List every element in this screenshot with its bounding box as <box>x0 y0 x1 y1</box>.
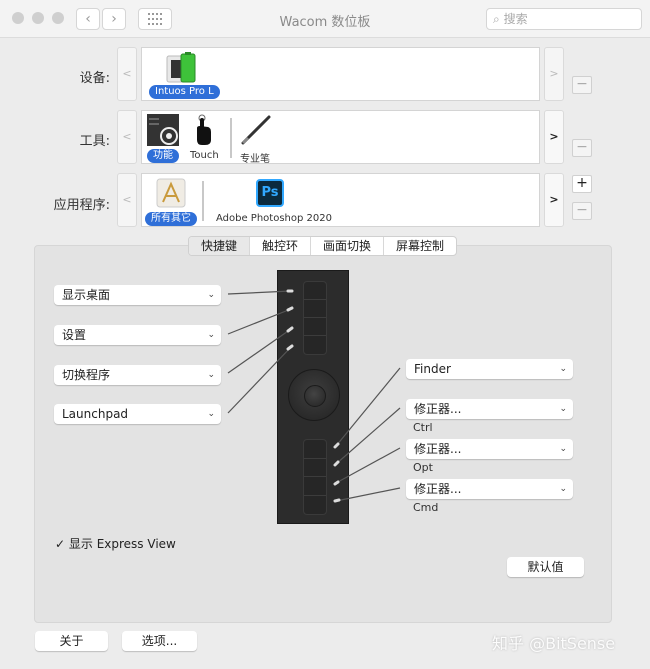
device-item-intuos[interactable]: Intuos Pro L <box>142 48 222 100</box>
device-list: Intuos Pro L <box>141 47 540 101</box>
tool-item-pen[interactable]: 专业笔 <box>236 111 286 165</box>
photoshop-icon: Ps <box>256 179 284 207</box>
chevron-down-icon: ⌄ <box>207 290 215 300</box>
search-field[interactable]: ⌕ 搜索 <box>486 8 642 30</box>
app-item-photoshop[interactable]: Ps Adobe Photoshop 2020 <box>210 174 340 226</box>
express-key-1-dropdown[interactable]: 显示桌面 ⌄ <box>54 285 221 305</box>
dropdown-value: 显示桌面 <box>62 288 111 302</box>
touch-ring-center-button <box>304 385 326 407</box>
upper-key-block <box>303 281 327 355</box>
express-key-5-dropdown[interactable]: Finder ⌄ <box>406 359 573 379</box>
tab-screen-control[interactable]: 屏幕控制 <box>384 237 456 255</box>
checkmark-icon: ✓ <box>55 537 66 551</box>
add-app-button[interactable]: + <box>572 175 592 193</box>
functions-icon <box>147 114 179 146</box>
app-name-label: Adobe Photoshop 2020 <box>216 213 332 224</box>
express-view-checkbox[interactable]: ✓ 显示 Express View <box>55 535 176 552</box>
dropdown-value: 修正器... <box>414 442 462 456</box>
app-prev-button[interactable]: < <box>117 173 137 227</box>
tab-bar: 快捷键 触控环 画面切换 屏幕控制 <box>188 236 458 256</box>
app-next-button[interactable]: > <box>544 173 564 227</box>
tab-express-keys[interactable]: 快捷键 <box>189 237 251 255</box>
chevron-down-icon: ⌄ <box>559 484 567 494</box>
modifier-label: Ctrl <box>413 421 433 434</box>
tool-name-label: 专业笔 <box>240 154 270 165</box>
app-list: 所有其它 Ps Adobe Photoshop 2020 <box>141 173 540 227</box>
defaults-button[interactable]: 默认值 <box>507 557 584 577</box>
dropdown-value: 切换程序 <box>62 368 111 382</box>
device-row-label: 设备: <box>79 71 110 86</box>
express-view-label: 显示 Express View <box>68 537 176 551</box>
express-key-8-dropdown[interactable]: 修正器... ⌄ <box>406 479 573 499</box>
express-key-3-dropdown[interactable]: 切换程序 ⌄ <box>54 365 221 385</box>
chevron-down-icon: ⌄ <box>207 409 215 419</box>
about-button[interactable]: 关于 <box>35 631 108 651</box>
app-name-badge: 所有其它 <box>145 212 197 226</box>
dropdown-value: Launchpad <box>62 407 129 421</box>
tool-name-label: Touch <box>190 150 219 161</box>
express-key-2-dropdown[interactable]: 设置 ⌄ <box>54 325 221 345</box>
dropdown-value: 修正器... <box>414 482 462 496</box>
tab-display-toggle[interactable]: 画面切换 <box>311 237 385 255</box>
remove-app-button[interactable]: − <box>572 202 592 220</box>
app-row-label: 应用程序: <box>53 198 110 213</box>
search-placeholder: 搜索 <box>503 12 528 26</box>
dropdown-value: 修正器... <box>414 402 462 416</box>
device-prev-button[interactable]: < <box>117 47 137 101</box>
chevron-down-icon: ⌄ <box>559 364 567 374</box>
tablet-express-keys-graphic <box>277 270 349 524</box>
lower-key-block <box>303 439 327 515</box>
device-next-button[interactable]: > <box>544 47 564 101</box>
chevron-down-icon: ⌄ <box>207 330 215 340</box>
tool-name-badge: 功能 <box>147 149 179 163</box>
modifier-label: Cmd <box>413 501 439 514</box>
title-bar: ‹ › Wacom 数位板 ⌕ 搜索 <box>0 0 650 38</box>
remove-device-button[interactable]: − <box>572 76 592 94</box>
tool-item-touch[interactable]: Touch <box>186 111 226 163</box>
tab-touch-ring[interactable]: 触控环 <box>250 237 312 255</box>
app-item-all-others[interactable]: 所有其它 <box>144 174 200 226</box>
chevron-down-icon: ⌄ <box>559 444 567 454</box>
all-apps-icon <box>156 178 186 208</box>
search-icon: ⌕ <box>493 12 500 26</box>
modifier-label: Opt <box>413 461 433 474</box>
express-key-4-dropdown[interactable]: Launchpad ⌄ <box>54 404 221 424</box>
touch-icon <box>197 114 211 145</box>
tool-prev-button[interactable]: < <box>117 110 137 164</box>
dropdown-value: Finder <box>414 362 451 376</box>
touch-ring <box>288 369 340 421</box>
separator <box>230 118 232 158</box>
tablet-icon <box>166 52 196 83</box>
separator <box>202 181 204 221</box>
pen-icon <box>241 115 271 145</box>
chevron-down-icon: ⌄ <box>207 370 215 380</box>
tool-list: 功能 Touch 专业笔 <box>141 110 540 165</box>
tool-item-functions[interactable]: 功能 <box>144 111 184 163</box>
device-name-badge: Intuos Pro L <box>149 85 220 99</box>
tool-next-button[interactable]: > <box>544 110 564 164</box>
chevron-down-icon: ⌄ <box>559 404 567 414</box>
express-key-6-dropdown[interactable]: 修正器... ⌄ <box>406 399 573 419</box>
watermark: 知乎 @BitSense <box>492 634 616 653</box>
express-key-7-dropdown[interactable]: 修正器... ⌄ <box>406 439 573 459</box>
remove-tool-button[interactable]: − <box>572 139 592 157</box>
tool-row-label: 工具: <box>79 134 110 149</box>
options-button[interactable]: 选项... <box>122 631 197 651</box>
dropdown-value: 设置 <box>62 328 87 342</box>
